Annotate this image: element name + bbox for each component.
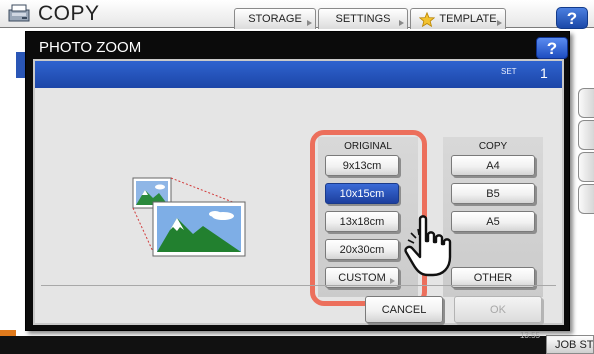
set-bar: SET 1 [35, 61, 562, 88]
original-option-label: 9x13cm [342, 159, 382, 172]
original-20x30-button[interactable]: 20x30cm [325, 239, 399, 260]
help-button[interactable]: ? [556, 7, 588, 29]
original-heading: ORIGINAL [344, 141, 392, 152]
divider [41, 285, 556, 286]
side-tab[interactable] [578, 88, 594, 118]
photo-zoom-illustration [132, 177, 246, 257]
original-option-label: 10x15cm [339, 187, 385, 200]
clock: 13:55 [490, 331, 540, 340]
tab-storage-label: STORAGE [248, 13, 302, 25]
side-tab[interactable] [578, 184, 594, 214]
set-label: SET [501, 67, 517, 76]
ok-button[interactable]: OK [454, 296, 542, 323]
original-option-label: 20x30cm [339, 243, 385, 256]
star-icon [419, 11, 436, 27]
dialog-title: PHOTO ZOOM [39, 39, 142, 56]
dialog-body: SET 1 ORIGINAL 9x13cm 10x15cm 13x18cm 20… [33, 59, 564, 325]
side-tab[interactable] [578, 120, 594, 150]
tab-template[interactable]: TEMPLATE [410, 8, 506, 29]
cancel-button[interactable]: CANCEL [365, 296, 443, 323]
tab-arrow-icon [399, 20, 404, 26]
tab-arrow-icon [307, 20, 312, 26]
copy-option-label: OTHER [473, 271, 513, 284]
copy-a5-button[interactable]: A5 [451, 211, 535, 232]
original-9x13-button[interactable]: 9x13cm [325, 155, 399, 176]
ok-label: OK [490, 303, 506, 316]
pointing-hand-icon [404, 215, 452, 277]
tab-template-label: TEMPLATE [439, 13, 497, 25]
side-tab[interactable] [578, 152, 594, 182]
original-option-label: 13x18cm [339, 215, 385, 228]
tab-settings[interactable]: SETTINGS [318, 8, 408, 29]
app-title: COPY [38, 2, 100, 25]
original-option-label: CUSTOM [338, 271, 386, 284]
original-13x18-button[interactable]: 13x18cm [325, 211, 399, 232]
set-count: 1 [540, 65, 548, 81]
copy-a4-button[interactable]: A4 [451, 155, 535, 176]
copy-app-icon [8, 4, 30, 22]
copy-heading: COPY [478, 141, 508, 152]
copy-b5-button[interactable]: B5 [451, 183, 535, 204]
copy-option-label: B5 [486, 187, 500, 200]
tab-storage[interactable]: STORAGE [234, 8, 316, 29]
cancel-label: CANCEL [381, 303, 427, 316]
dialog-content: ORIGINAL 9x13cm 10x15cm 13x18cm 20x30cm … [35, 88, 562, 323]
clock-time: 13:55 [519, 331, 540, 340]
copy-option-label: A4 [486, 159, 500, 172]
dialog-help-button[interactable]: ? [536, 37, 568, 59]
job-status-button[interactable]: JOB STATUS [546, 335, 594, 354]
job-status-label: JOB STATUS [555, 338, 593, 351]
tab-settings-label: SETTINGS [335, 13, 391, 25]
original-10x15-button[interactable]: 10x15cm [325, 183, 399, 204]
tab-arrow-icon [497, 20, 502, 26]
photo-zoom-dialog: PHOTO ZOOM ? SET 1 ORIGINAL 9x13cm 10x15… [25, 31, 570, 331]
copy-option-label: A5 [486, 215, 500, 228]
submenu-arrow-icon [390, 278, 395, 284]
